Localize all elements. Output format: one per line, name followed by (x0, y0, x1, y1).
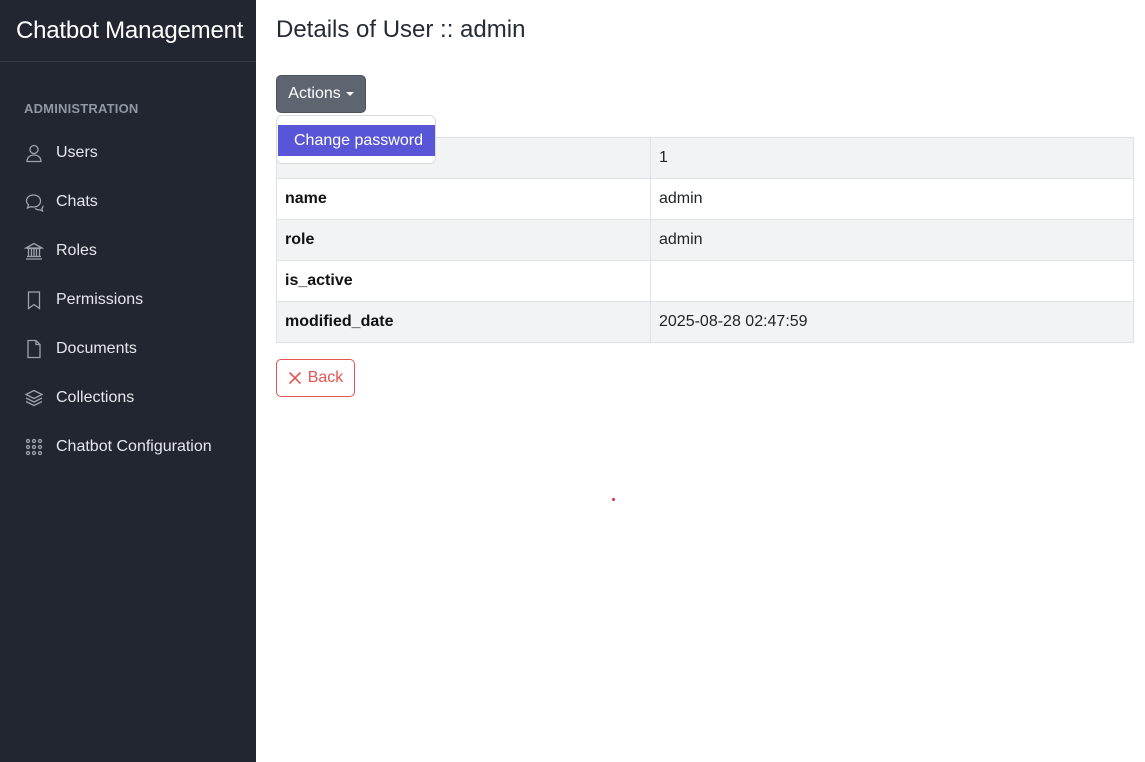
sidebar-item-label: Documents (56, 339, 137, 357)
table-row: role admin (276, 219, 1134, 261)
sidebar-item-label: Chats (56, 192, 98, 210)
sidebar-nav: Users Chats Roles Permissions Documents (0, 128, 256, 471)
layers-icon (24, 388, 44, 408)
sidebar-item-label: Permissions (56, 290, 144, 308)
bank-icon (24, 241, 44, 261)
back-button[interactable]: Back (276, 359, 355, 397)
details-table: 1 name admin role admin is_active modifi… (276, 137, 1134, 343)
table-row: is_active (276, 260, 1134, 302)
sidebar-item-users[interactable]: Users (0, 128, 256, 177)
table-row: name admin (276, 178, 1134, 220)
brand-title: Chatbot Management (16, 16, 244, 44)
sidebar-item-roles[interactable]: Roles (0, 226, 256, 275)
field-key: role (276, 219, 651, 261)
sidebar-item-label: Collections (56, 388, 135, 406)
sidebar: Chatbot Management ADMINISTRATION Users … (0, 0, 256, 762)
table-row: modified_date 2025-08-28 02:47:59 (276, 301, 1134, 343)
field-value (650, 260, 1134, 302)
field-value: admin (650, 219, 1134, 261)
bookmark-icon (24, 290, 44, 310)
sidebar-brand[interactable]: Chatbot Management (0, 0, 256, 62)
menu-item-change-password[interactable]: Change password (278, 125, 435, 156)
back-label: Back (307, 369, 344, 386)
sidebar-item-chatbot-configuration[interactable]: Chatbot Configuration (0, 422, 256, 471)
field-key: name (276, 178, 651, 220)
field-value: 2025-08-28 02:47:59 (650, 301, 1134, 343)
grid-dots-icon (24, 437, 44, 457)
field-key: is_active (276, 260, 651, 302)
sidebar-item-permissions[interactable]: Permissions (0, 275, 256, 324)
document-icon (24, 339, 44, 359)
nav-section-title: ADMINISTRATION (24, 101, 139, 116)
sidebar-item-chats[interactable]: Chats (0, 177, 256, 226)
field-value: 1 (650, 137, 1134, 179)
actions-dropdown-menu: Change password (276, 115, 436, 164)
sidebar-item-label: Roles (56, 241, 97, 259)
sidebar-item-collections[interactable]: Collections (0, 373, 256, 422)
chat-icon (24, 192, 44, 212)
user-icon (24, 143, 44, 163)
close-icon (288, 371, 301, 385)
sidebar-item-label: Users (56, 143, 98, 161)
cursor-dot (612, 498, 615, 501)
caret-down-icon (345, 92, 354, 96)
page-title: Details of User :: admin (276, 16, 526, 43)
sidebar-item-label: Chatbot Configuration (56, 437, 212, 455)
field-value: admin (650, 178, 1134, 220)
sidebar-item-documents[interactable]: Documents (0, 324, 256, 373)
actions-label: Actions (288, 85, 341, 102)
actions-dropdown-button[interactable]: Actions (276, 75, 366, 113)
field-key: modified_date (276, 301, 651, 343)
